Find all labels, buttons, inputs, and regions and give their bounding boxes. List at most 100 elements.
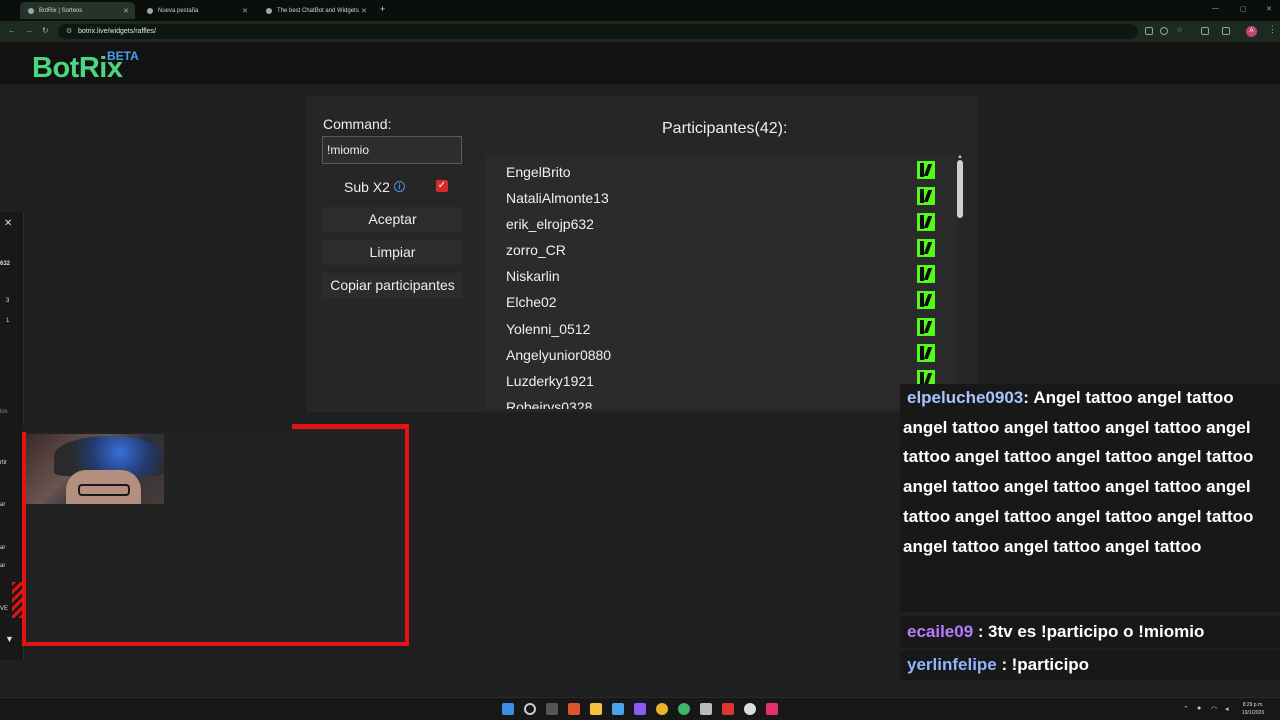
kick-icon <box>917 291 935 309</box>
frame-notch <box>22 424 292 432</box>
search-icon[interactable] <box>524 703 536 715</box>
chrome-icon[interactable] <box>656 703 668 715</box>
participant-row[interactable]: NataliAlmonte13 <box>486 183 956 209</box>
tiktok-icon[interactable] <box>766 703 778 715</box>
overlay-text: VE <box>0 606 9 612</box>
overlay-close-icon[interactable]: ✕ <box>4 218 12 229</box>
volume-icon[interactable]: ◂ <box>1225 705 1229 713</box>
chat-message: ecaile09 : 3tv es !participo o !miomio <box>900 616 1280 648</box>
participant-name: EngelBrito <box>506 164 571 180</box>
reload-icon[interactable]: ↻ <box>42 26 49 35</box>
mic-icon[interactable]: ● <box>1197 705 1201 712</box>
translate-icon[interactable] <box>1145 27 1153 35</box>
tab-new[interactable]: Nueva pestaña ✕ <box>139 2 254 19</box>
kick-icon <box>917 161 935 179</box>
browser-menu-icon[interactable]: ⋮ <box>1268 24 1277 35</box>
chat-separator: : <box>1023 388 1029 407</box>
site-info-icon[interactable]: ⚙ <box>66 24 72 39</box>
sub-x2-checkbox[interactable]: ✓ <box>436 180 448 192</box>
tab-close-icon[interactable]: ✕ <box>123 7 129 15</box>
accept-button[interactable]: Aceptar <box>322 207 463 232</box>
filter-icon[interactable]: ▼ <box>5 634 14 644</box>
profile-avatar[interactable]: A <box>1246 26 1257 37</box>
chat-overlay: elpeluche0903: Angel tattoo angel tattoo… <box>900 384 1280 680</box>
task-view-icon[interactable] <box>546 703 558 715</box>
clock-date: 19/1/2026 <box>1242 710 1265 716</box>
participants-scrollbar[interactable] <box>957 160 963 218</box>
app-icon[interactable] <box>722 703 734 715</box>
participant-name: Yolenni_0512 <box>506 321 591 337</box>
browser-tab-bar: BotRix | Sorteos ✕ Nueva pestaña ✕ The b… <box>0 0 1280 21</box>
chat-username: elpeluche0903 <box>907 388 1024 407</box>
bookmark-star-icon[interactable]: ☆ <box>1176 25 1183 34</box>
clock[interactable]: 8:29 p.m. 19/1/2026 <box>1242 701 1264 717</box>
participant-row[interactable]: Robeirys0328 <box>486 392 956 409</box>
extensions-icon[interactable] <box>1201 27 1209 35</box>
chat-username: ecaile09 <box>907 622 974 641</box>
tab-chatbot[interactable]: The best ChatBot and Widgets ✕ <box>258 2 373 19</box>
participant-name: Luzderky1921 <box>506 373 594 389</box>
chat-separator: : <box>973 622 984 641</box>
downloads-icon[interactable] <box>1222 27 1230 35</box>
overlay-text: 3 <box>6 298 10 304</box>
back-icon[interactable]: ← <box>8 26 16 35</box>
clear-button[interactable]: Limpiar <box>322 240 463 265</box>
tab-close-icon[interactable]: ✕ <box>361 7 367 15</box>
clock-time: 8:29 p.m. <box>1242 702 1264 708</box>
participant-row[interactable]: Niskarlin <box>486 261 956 287</box>
participants-list[interactable]: EngelBrito NataliAlmonte13 erik_elrojp63… <box>486 155 956 409</box>
brave-icon[interactable] <box>568 703 580 715</box>
minimize-icon[interactable]: — <box>1212 5 1219 12</box>
app-icon[interactable] <box>634 703 646 715</box>
info-icon[interactable]: i <box>394 181 405 192</box>
browser-icon[interactable] <box>678 703 690 715</box>
chat-text: Angel tattoo angel tattoo angel tattoo a… <box>903 388 1254 556</box>
participant-row[interactable]: erik_elrojp632 <box>486 209 956 235</box>
participant-row[interactable]: Luzderky1921 <box>486 366 956 392</box>
kick-icon <box>917 213 935 231</box>
webcam-feed <box>26 434 164 504</box>
overlay-text: 632 <box>0 261 11 267</box>
beta-badge: BETA <box>107 49 139 63</box>
kick-icon <box>917 344 935 362</box>
url-text: botrix.live/widgets/raffles/ <box>78 28 157 35</box>
file-explorer-icon[interactable] <box>590 703 602 715</box>
tab-botrix[interactable]: BotRix | Sorteos ✕ <box>20 2 135 19</box>
chat-username: yerlinfelipe <box>907 655 997 674</box>
participant-row[interactable]: Angelyunior0880 <box>486 340 956 366</box>
tab-close-icon[interactable]: ✕ <box>242 7 248 15</box>
participant-row[interactable]: zorro_CR <box>486 235 956 261</box>
copy-participants-button[interactable]: Copiar participantes <box>322 273 463 298</box>
participant-row[interactable]: Elche02 <box>486 287 956 313</box>
start-icon[interactable] <box>502 703 514 715</box>
app-icon[interactable] <box>700 703 712 715</box>
kick-icon <box>917 318 935 336</box>
participant-row[interactable]: EngelBrito <box>486 157 956 183</box>
address-bar[interactable]: ⚙ botrix.live/widgets/raffles/ <box>58 24 1138 39</box>
kick-icon <box>917 265 935 283</box>
forward-icon[interactable]: → <box>25 26 33 35</box>
zoom-icon[interactable] <box>1160 27 1168 35</box>
wifi-icon[interactable]: ◠ <box>1211 705 1217 713</box>
new-tab-icon[interactable]: + <box>380 4 385 14</box>
kick-icon <box>917 187 935 205</box>
maximize-icon[interactable]: ▢ <box>1240 5 1247 13</box>
overlay-text: 1 <box>6 318 10 324</box>
chat-message: yerlinfelipe : !participo <box>900 650 1280 680</box>
overlay-text: ar <box>0 545 6 551</box>
browser-toolbar: ← → ↻ ⚙ botrix.live/widgets/raffles/ ☆ <box>0 21 1280 42</box>
store-icon[interactable] <box>612 703 624 715</box>
close-window-icon[interactable]: ✕ <box>1266 5 1272 13</box>
kick-icon <box>917 239 935 257</box>
tab-label: BotRix | Sorteos <box>39 7 83 14</box>
overlay-text: ar <box>0 502 6 508</box>
glasses-shape <box>78 484 130 496</box>
obs-icon[interactable] <box>744 703 756 715</box>
tab-favicon-icon <box>28 7 34 14</box>
participant-name: NataliAlmonte13 <box>506 190 609 206</box>
tray-chevron-icon[interactable]: ⌃ <box>1183 705 1189 713</box>
command-input[interactable] <box>322 136 462 164</box>
tab-favicon-icon <box>266 7 272 14</box>
tab-favicon-icon <box>147 7 153 14</box>
participant-row[interactable]: Yolenni_0512 <box>486 314 956 340</box>
